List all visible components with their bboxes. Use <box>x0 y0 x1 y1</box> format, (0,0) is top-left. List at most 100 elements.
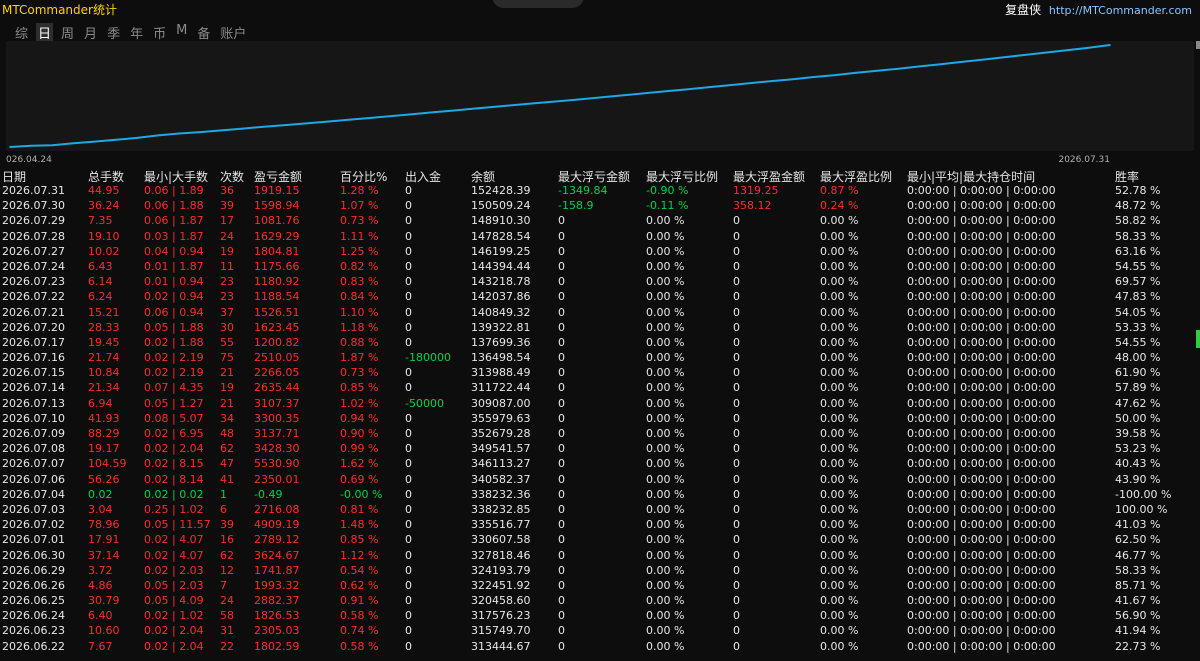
cell-flow: 0 <box>405 381 412 395</box>
cell-time: 0:00:00 | 0:00:00 | 0:00:00 <box>907 396 1056 410</box>
equity-point <box>813 76 815 78</box>
cell-bal: 139322.81 <box>471 320 531 334</box>
cell-bal: 144394.44 <box>471 259 531 273</box>
table-row[interactable]: 2026.06.30 37.14 0.02 | 4.07 62 3624.67 1.12 … <box>0 549 1200 564</box>
table-row[interactable]: 2026.07.09 88.29 0.02 | 6.95 48 3137.71 0.90 … <box>0 427 1200 442</box>
cell-mfp: 0 <box>733 442 740 456</box>
tab-currency[interactable]: 币 <box>151 23 168 42</box>
table-row[interactable]: 2026.07.29 7.35 0.06 | 1.87 17 1081.76 0.73 %… <box>0 214 1200 229</box>
cell-bal: 311722.44 <box>471 381 531 395</box>
brand-url-link[interactable]: http://MTCommander.com <box>1049 4 1192 17</box>
column-header-mflp[interactable]: 最大浮亏比例 <box>646 168 718 185</box>
scroll-indicator[interactable] <box>1196 330 1200 348</box>
table-row[interactable]: 2026.06.23 10.60 0.02 | 2.04 31 2305.03 0.74 … <box>0 624 1200 639</box>
column-header-count[interactable]: 次数 <box>220 168 244 185</box>
table-row[interactable]: 2026.07.10 41.93 0.08 | 5.07 34 3300.35 0.94 … <box>0 412 1200 427</box>
tab-quarter[interactable]: 季 <box>105 23 122 42</box>
cell-mfpp: 0.00 % <box>820 639 859 653</box>
cell-date: 2026.07.03 <box>2 502 65 516</box>
window-drag-handle[interactable] <box>492 0 584 8</box>
tab-notes[interactable]: 备 <box>195 23 212 42</box>
cell-count: 21 <box>220 396 234 410</box>
tab-m[interactable]: M <box>174 23 189 42</box>
table-row[interactable]: 2026.07.30 36.24 0.06 | 1.88 39 1598.94 1.07 … <box>0 199 1200 214</box>
column-header-win[interactable]: 胜率 <box>1115 168 1139 185</box>
cell-pnl: 1623.45 <box>254 320 300 334</box>
cell-lots: 15.21 <box>88 305 120 319</box>
cell-flow: 0 <box>405 335 412 349</box>
column-header-bal[interactable]: 余额 <box>471 168 495 185</box>
cell-mfpp: 0.00 % <box>820 351 859 365</box>
cell-mflp: 0.00 % <box>646 259 685 273</box>
column-header-pct[interactable]: 百分比% <box>340 168 387 185</box>
cell-time: 0:00:00 | 0:00:00 | 0:00:00 <box>907 214 1056 228</box>
chart-background <box>6 41 1194 151</box>
table-row[interactable]: 2026.07.16 21.74 0.02 | 2.19 75 2510.05 1.87 … <box>0 351 1200 366</box>
cell-mfl: -1349.84 <box>558 184 608 197</box>
cell-pct: -0.00 % <box>340 487 383 501</box>
cell-time: 0:00:00 | 0:00:00 | 0:00:00 <box>907 381 1056 395</box>
table-row[interactable]: 2026.07.20 28.33 0.05 | 1.88 30 1623.45 1.18 … <box>0 321 1200 336</box>
daily-stats-table: 日期 总手数 最小|大手数 次数 盈亏金额 百分比% 出入金 余额 最大浮亏金额 最大浮亏比例 最大… <box>0 168 1200 655</box>
cell-bal: 148910.30 <box>471 214 531 228</box>
cell-mfp: 0 <box>733 472 740 486</box>
table-row[interactable]: 2026.06.24 6.40 0.02 | 1.02 58 1826.53 0.58 %… <box>0 609 1200 624</box>
table-row[interactable]: 2026.07.27 10.02 0.04 | 0.94 19 1804.81 1.25 … <box>0 245 1200 260</box>
cell-time: 0:00:00 | 0:00:00 | 0:00:00 <box>907 259 1056 273</box>
column-header-mfp[interactable]: 最大浮盈金额 <box>733 168 805 185</box>
tab-account[interactable]: 账户 <box>218 23 248 42</box>
table-row[interactable]: 2026.07.14 21.34 0.07 | 4.35 19 2635.44 0.85 … <box>0 381 1200 396</box>
column-header-lots[interactable]: 总手数 <box>88 168 124 185</box>
column-header-mfpp[interactable]: 最大浮盈比例 <box>820 168 892 185</box>
cell-win: 61.90 % <box>1115 366 1161 380</box>
table-row[interactable]: 2026.07.15 10.84 0.02 | 2.19 21 2266.05 0.73 … <box>0 366 1200 381</box>
tab-week[interactable]: 周 <box>59 23 76 42</box>
table-row[interactable]: 2026.07.08 19.17 0.02 | 2.04 62 3428.30 0.99 … <box>0 442 1200 457</box>
cell-mfl: 0 <box>558 487 565 501</box>
cell-flow: 0 <box>405 472 412 486</box>
column-header-flow[interactable]: 出入金 <box>405 168 441 185</box>
column-header-date[interactable]: 日期 <box>2 168 26 185</box>
tab-month[interactable]: 月 <box>82 23 99 42</box>
tab-year[interactable]: 年 <box>128 23 145 42</box>
cell-count: 19 <box>220 381 234 395</box>
table-row[interactable]: 2026.06.25 30.79 0.05 | 4.09 24 2882.37 0.91 … <box>0 594 1200 609</box>
equity-point <box>284 124 286 126</box>
table-row[interactable]: 2026.07.31 44.95 0.06 | 1.89 36 1919.15 1.28 … <box>0 184 1200 199</box>
table-row[interactable]: 2026.07.13 6.94 0.05 | 1.27 21 3107.37 1.02 %… <box>0 397 1200 412</box>
column-header-minmax[interactable]: 最小|大手数 <box>144 168 208 185</box>
table-row[interactable]: 2026.07.21 15.21 0.06 | 0.94 37 1526.51 1.10 … <box>0 306 1200 321</box>
table-row[interactable]: 2026.07.01 17.91 0.02 | 4.07 16 2789.12 0.85 … <box>0 533 1200 548</box>
column-header-pnl[interactable]: 盈亏金额 <box>254 168 302 185</box>
table-row[interactable]: 2026.07.06 56.26 0.02 | 8.14 41 2350.01 0.69 … <box>0 473 1200 488</box>
table-row[interactable]: 2026.07.28 19.10 0.03 | 1.87 24 1629.29 1.11 … <box>0 230 1200 245</box>
cell-mflp: 0.00 % <box>646 305 685 319</box>
cell-minmax: 0.01 | 0.94 <box>144 275 204 289</box>
table-row[interactable]: 2026.07.02 78.96 0.05 | 11.57 39 4909.19 1.48… <box>0 518 1200 533</box>
table-row[interactable]: 2026.07.23 6.14 0.01 | 0.94 23 1180.92 0.83 %… <box>0 275 1200 290</box>
period-tabs: 综 日 周 月 季 年 币 M 备 账户 <box>13 23 254 42</box>
cell-win: 48.72 % <box>1115 199 1161 213</box>
equity-point <box>665 90 667 93</box>
column-header-mfl[interactable]: 最大浮亏金额 <box>558 168 630 185</box>
table-row[interactable]: 2026.07.07 104.59 0.02 | 8.15 47 5530.90 1.62… <box>0 457 1200 472</box>
cell-mfpp: 0.00 % <box>820 563 859 577</box>
column-header-time[interactable]: 最小|平均|最大持仓时间 <box>907 168 1035 185</box>
table-row[interactable]: 2026.07.22 6.24 0.02 | 0.94 23 1188.54 0.84 %… <box>0 290 1200 305</box>
scroll-thumb-top[interactable] <box>1196 41 1200 49</box>
equity-point <box>157 134 159 137</box>
table-row[interactable]: 2026.07.04 0.02 0.02 | 0.02 1 -0.49 -0.00 % 0 3… <box>0 488 1200 503</box>
tab-day[interactable]: 日 <box>36 23 54 42</box>
cell-mflp: 0.00 % <box>646 502 685 516</box>
table-row[interactable]: 2026.07.24 6.43 0.01 | 1.87 11 1175.66 0.82 %… <box>0 260 1200 275</box>
table-row[interactable]: 2026.06.29 3.72 0.02 | 2.03 12 1741.87 0.54 %… <box>0 564 1200 579</box>
table-row[interactable]: 2026.06.22 7.67 0.02 | 2.04 22 1802.59 0.58 %… <box>0 640 1200 655</box>
table-row[interactable]: 2026.06.26 4.86 0.05 | 2.03 7 1993.32 0.62 % 0… <box>0 579 1200 594</box>
cell-time: 0:00:00 | 0:00:00 | 0:00:00 <box>907 351 1056 365</box>
cell-lots: 0.02 <box>88 487 113 501</box>
table-row[interactable]: 2026.07.03 3.04 0.25 | 1.02 6 2716.08 0.81 % 0… <box>0 503 1200 518</box>
cell-win: 41.03 % <box>1115 518 1161 532</box>
table-row[interactable]: 2026.07.17 19.45 0.02 | 1.88 55 1200.82 0.88 … <box>0 336 1200 351</box>
tab-summary[interactable]: 综 <box>13 23 30 42</box>
cell-pct: 1.25 % <box>340 244 379 258</box>
